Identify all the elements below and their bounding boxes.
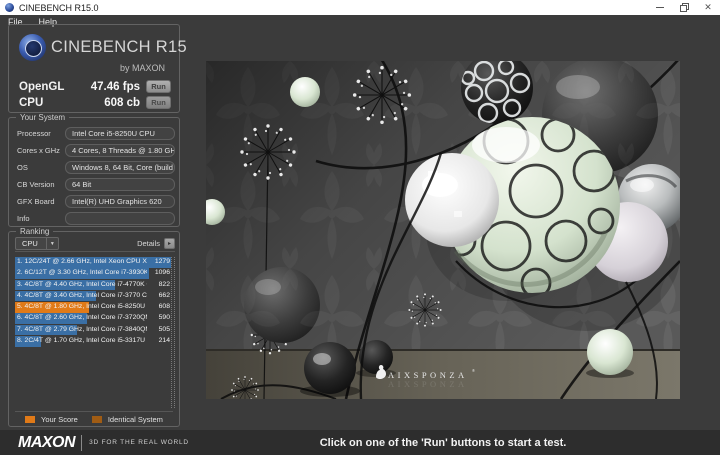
cpu-label: CPU — [19, 96, 44, 109]
close-button[interactable]: ✕ — [696, 0, 720, 15]
ranking-row-1[interactable]: 1. 12C/24T @ 2.66 GHz, Intel Xeon CPU X5… — [15, 257, 171, 268]
processor-field[interactable]: Intel Core i5-8250U CPU — [65, 127, 175, 140]
logo-subtitle: by MAXON — [119, 63, 165, 73]
info-field[interactable] — [65, 212, 175, 225]
ranking-row-3[interactable]: 3. 4C/8T @ 4.40 GHz, Intel Core i7-4770K… — [15, 279, 171, 291]
black-glossy-sphere — [304, 342, 356, 394]
svg-text:®: ® — [472, 368, 475, 373]
chevron-down-icon: ▼ — [45, 238, 58, 249]
status-bar: MAXON 3D FOR THE REAL WORLD Click on one… — [0, 430, 720, 455]
ranking-panel: Ranking CPU ▼ Details ▸ 1. 12C/24T @ 2.6… — [8, 227, 180, 427]
your-score-legend-label: Your Score — [41, 415, 78, 424]
title-bar: CINEBENCH R15.0 ✕ — [0, 0, 720, 15]
opengl-row: OpenGL 47.46 fps Run — [19, 79, 171, 94]
restore-icon — [679, 3, 689, 12]
identical-system-swatch — [91, 416, 102, 423]
cores-label: Cores x GHz — [17, 146, 60, 155]
cbversion-label: CB Version — [17, 180, 55, 189]
minimize-icon — [656, 7, 664, 8]
cores-field[interactable]: 4 Cores, 8 Threads @ 1.80 GHz — [65, 144, 175, 157]
ranking-row-5[interactable]: 5. 4C/8T @ 1.80 GHz, Intel Core i5-8250U… — [15, 302, 171, 313]
close-icon: ✕ — [704, 2, 712, 12]
ranking-filter-value: CPU — [22, 239, 38, 248]
ranking-row-7[interactable]: 7. 4C/8T @ 2.79 GHz, Intel Core i7-3840Q… — [15, 324, 171, 336]
restore-button[interactable] — [672, 0, 696, 15]
cpu-value: 608 cb — [104, 96, 140, 109]
ranking-scrollbar[interactable] — [171, 257, 175, 408]
gfxboard-label: GFX Board — [17, 197, 55, 206]
divider — [15, 411, 173, 412]
cpu-row: CPU 608 cb Run — [19, 95, 171, 110]
divider — [81, 434, 83, 451]
your-score-swatch — [25, 416, 35, 423]
ranking-row-6[interactable]: 6. 4C/8T @ 2.60 GHz, Intel Core i7-3720Q… — [15, 313, 171, 324]
your-system-label: Your System — [16, 113, 70, 122]
ranking-row-2[interactable]: 2. 6C/12T @ 3.30 GHz, Intel Core i7-3930… — [15, 268, 171, 279]
identical-system-legend-label: Identical System — [107, 415, 163, 424]
cbversion-field[interactable]: 64 Bit — [65, 178, 175, 191]
small-green-sphere-top — [290, 77, 320, 107]
svg-text:AIXSPONZA: AIXSPONZA — [388, 379, 468, 389]
benchmark-panel: CINEBENCH R15 by MAXON OpenGL 47.46 fps … — [8, 24, 187, 113]
opengl-value: 47.46 fps — [90, 80, 140, 93]
cpu-run-button[interactable]: Run — [146, 96, 171, 109]
details-label: Details — [137, 239, 160, 248]
cinebench-logo-title: CINEBENCH R15 — [51, 38, 187, 56]
maxon-logo: MAXON — [18, 433, 76, 451]
white-glossy-sphere — [405, 153, 499, 247]
your-system-panel: Your System Processor Intel Core i5-8250U… — [8, 113, 180, 227]
window-title: CINEBENCH R15.0 — [19, 2, 99, 13]
gfxboard-field[interactable]: Intel(R) UHD Graphics 620 — [65, 195, 175, 208]
ranking-legend: Your Score Identical System — [25, 415, 171, 424]
os-label: OS — [17, 163, 28, 172]
status-hint: Click on one of the 'Run' buttons to sta… — [319, 436, 567, 449]
processor-label: Processor — [17, 129, 51, 138]
ranking-row-4[interactable]: 4. 4C/8T @ 3.40 GHz, Intel Core i7-3770 … — [15, 290, 171, 302]
os-field[interactable]: Windows 8, 64 Bit, Core (build 9200) — [65, 161, 175, 174]
render-preview-image: AIXSPONZA ® AIXSPONZA — [206, 61, 680, 399]
minimize-button[interactable] — [648, 0, 672, 15]
details-expand-button[interactable]: ▸ — [164, 238, 175, 249]
cinebench-window: CINEBENCH R15.0 ✕ File Help CINEBENCH R1… — [0, 0, 720, 455]
app-icon — [5, 3, 14, 12]
green-sphere-bottom-right — [587, 329, 633, 375]
ornate-sphere-bottom-left — [244, 267, 320, 343]
opengl-label: OpenGL — [19, 80, 65, 93]
cinebench-logo-icon — [19, 34, 46, 61]
ranking-label: Ranking — [16, 227, 54, 236]
ranking-filter-dropdown[interactable]: CPU ▼ — [15, 237, 59, 250]
ranking-list: 1. 12C/24T @ 2.66 GHz, Intel Xeon CPU X5… — [15, 257, 171, 347]
info-label: Info — [17, 214, 30, 223]
opengl-run-button[interactable]: Run — [146, 80, 171, 93]
ranking-row-8[interactable]: 8. 2C/4T @ 1.70 GHz, Intel Core i5-3317U… — [15, 336, 171, 347]
maxon-tagline: 3D FOR THE REAL WORLD — [89, 439, 189, 446]
